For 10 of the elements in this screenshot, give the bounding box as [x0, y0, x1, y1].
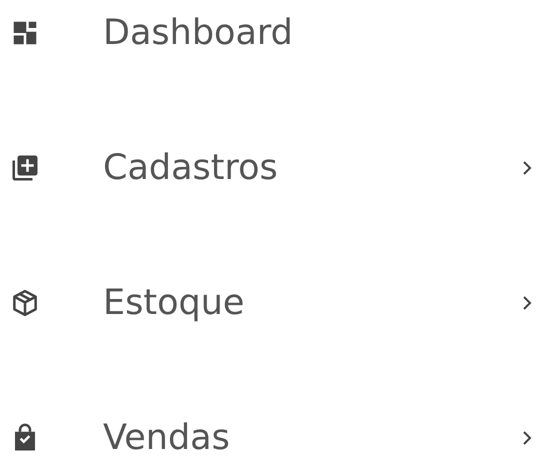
menu-item[interactable]: Cadastros: [0, 149, 541, 187]
add-stack-icon: [10, 153, 40, 183]
menu-item[interactable]: Dashboard: [0, 14, 541, 52]
menu-label: Cadastros: [103, 149, 279, 187]
menu-label: Vendas: [103, 419, 231, 457]
menu-item[interactable]: Vendas: [0, 419, 541, 457]
menu-label: Estoque: [103, 284, 246, 322]
menu-item[interactable]: Estoque: [0, 284, 541, 322]
cube-icon: [10, 288, 40, 318]
menu-label: Dashboard: [103, 14, 294, 52]
